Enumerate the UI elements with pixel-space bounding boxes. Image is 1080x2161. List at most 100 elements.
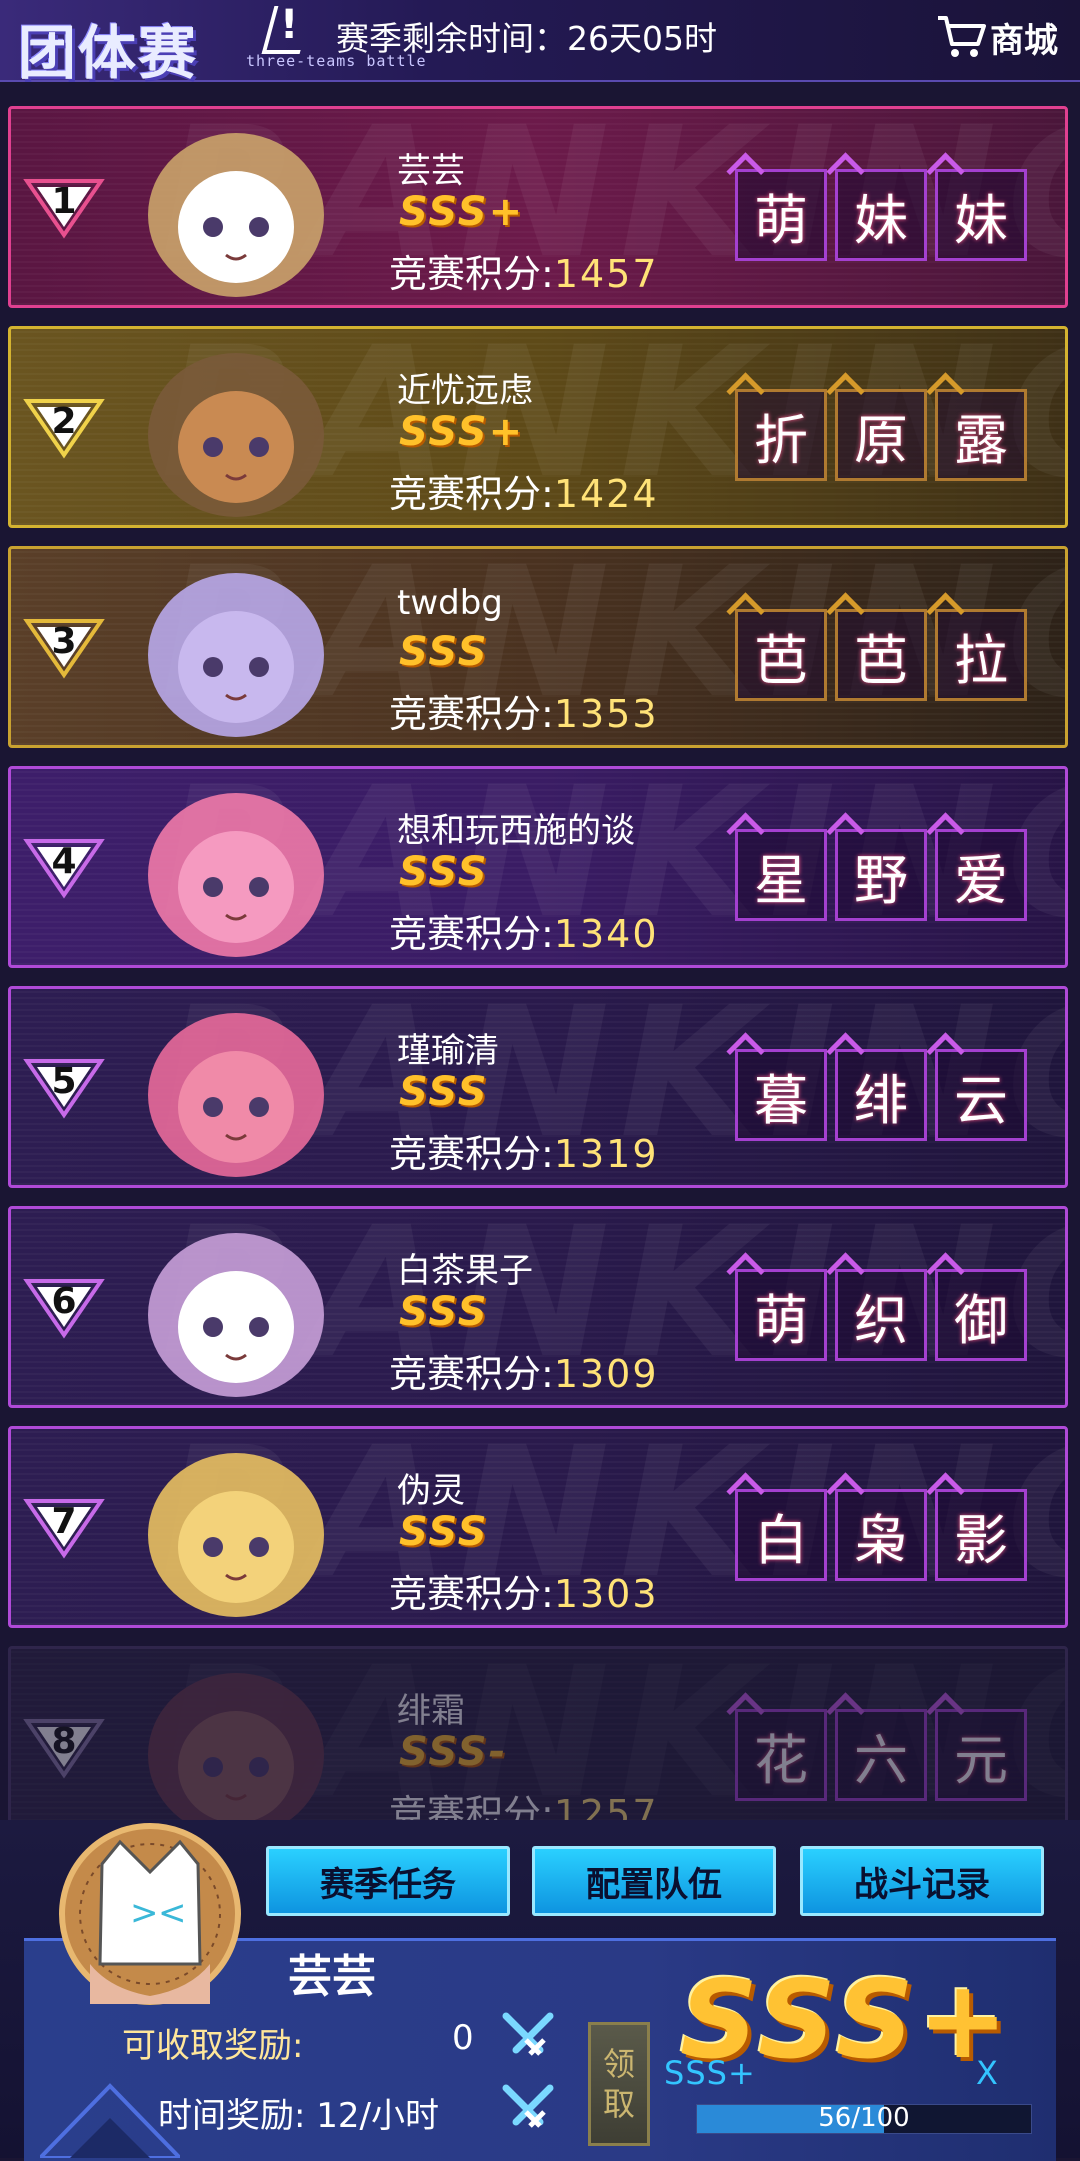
- team-member-tag[interactable]: 野: [835, 829, 927, 921]
- player-avatar[interactable]: [121, 995, 351, 1185]
- crossed-swords-icon: [502, 2084, 554, 2128]
- team-member-tag[interactable]: 白: [735, 1489, 827, 1581]
- player-grade: SSS: [399, 1289, 489, 1335]
- player-name: twdbg: [397, 583, 503, 623]
- team-members: 暮绯云: [735, 1049, 1027, 1141]
- player-score: 竞赛积分:1353: [389, 683, 659, 738]
- season-label: 赛季剩余时间：: [336, 19, 567, 58]
- team-member-tag[interactable]: 御: [935, 1269, 1027, 1361]
- season-tasks-button[interactable]: 赛季任务: [266, 1846, 510, 1916]
- rank-number: 3: [51, 621, 77, 662]
- team-member-tag[interactable]: 芭: [735, 609, 827, 701]
- player-avatar[interactable]: [121, 555, 351, 745]
- team-member-tag[interactable]: 妹: [935, 169, 1027, 261]
- ranking-row[interactable]: RANKING 4 想和玩西施的谈 SSS 竞赛积分:1340 星野爱: [8, 766, 1068, 968]
- team-members: 星野爱: [735, 829, 1027, 921]
- my-avatar[interactable]: > <: [40, 1814, 260, 2014]
- score-value: 1424: [553, 472, 659, 516]
- player-name: 绯霜: [397, 1691, 465, 1731]
- player-grade: SSS-: [399, 1729, 508, 1775]
- player-score: 竞赛积分:1424: [389, 463, 659, 518]
- player-avatar[interactable]: [121, 1215, 351, 1405]
- score-label: 竞赛积分:: [389, 1352, 554, 1396]
- top-header: 团体赛 ! three-teams battle 赛季剩余时间：26天05时 商…: [0, 0, 1080, 87]
- configure-team-button[interactable]: 配置队伍: [532, 1846, 776, 1916]
- rank-badge: 6: [23, 1277, 105, 1339]
- player-name: 瑾瑜清: [397, 1031, 499, 1071]
- player-name: 想和玩西施的谈: [397, 811, 635, 851]
- team-member-tag[interactable]: 原: [835, 389, 927, 481]
- grade-progress-bar: 56/100: [696, 2103, 1032, 2134]
- ranking-row[interactable]: RANKING 3 twdbg SSS 竞赛积分:1353 芭芭拉: [8, 546, 1068, 748]
- score-label: 竞赛积分:: [389, 1572, 554, 1616]
- player-avatar[interactable]: [121, 115, 351, 305]
- team-member-tag[interactable]: 绯: [835, 1049, 927, 1141]
- team-member-tag[interactable]: 暮: [735, 1049, 827, 1141]
- reward-label: 可收取奖励:: [122, 2026, 304, 2066]
- score-label: 竞赛积分:: [389, 252, 554, 296]
- team-member-tag[interactable]: 萌: [735, 1269, 827, 1361]
- ranking-row[interactable]: RANKING 2 近忧远虑 SSS+ 竞赛积分:1424 折原露: [8, 326, 1068, 528]
- team-member-tag[interactable]: 折: [735, 389, 827, 481]
- player-avatar[interactable]: [121, 1435, 351, 1625]
- player-name: 芸芸: [397, 151, 465, 191]
- player-grade: SSS: [399, 849, 489, 895]
- ranking-row[interactable]: RANKING 5 瑾瑜清 SSS 竞赛积分:1319 暮绯云: [8, 986, 1068, 1188]
- my-grade-small: SSS+: [664, 2054, 756, 2092]
- ranking-row[interactable]: RANKING 7 伪灵 SSS 竞赛积分:1303 白枭影: [8, 1426, 1068, 1628]
- team-member-tag[interactable]: 妹: [835, 169, 927, 261]
- player-score: 竞赛积分:1309: [389, 1343, 659, 1398]
- team-member-tag[interactable]: 露: [935, 389, 1027, 481]
- team-member-tag[interactable]: 影: [935, 1489, 1027, 1581]
- player-name: 近忧远虑: [397, 371, 533, 411]
- score-label: 竞赛积分:: [389, 692, 554, 736]
- rank-badge: 8: [23, 1717, 105, 1779]
- time-reward: 时间奖励: 12/小时: [158, 2096, 439, 2136]
- rank-badge: 2: [23, 397, 105, 459]
- team-member-tag[interactable]: 枭: [835, 1489, 927, 1581]
- rank-number: 5: [51, 1061, 77, 1102]
- shop-button[interactable]: 商城: [936, 12, 1058, 62]
- team-members: 折原露: [735, 389, 1027, 481]
- team-members: 芭芭拉: [735, 609, 1027, 701]
- my-name: 芸芸: [288, 1951, 376, 2002]
- team-member-tag[interactable]: 云: [935, 1049, 1027, 1141]
- score-value: 1309: [553, 1352, 659, 1396]
- reward-value: 0: [452, 2018, 474, 2058]
- score-value: 1303: [553, 1572, 659, 1616]
- rank-number: 8: [51, 1721, 77, 1762]
- score-value: 1353: [553, 692, 659, 736]
- battle-record-button[interactable]: 战斗记录: [800, 1846, 1044, 1916]
- team-member-tag[interactable]: 拉: [935, 609, 1027, 701]
- player-grade: SSS: [399, 1509, 489, 1555]
- team-member-tag[interactable]: 爱: [935, 829, 1027, 921]
- claim-button[interactable]: 领取: [588, 2022, 650, 2146]
- team-member-tag[interactable]: 六: [835, 1709, 927, 1801]
- player-score: 竞赛积分:1340: [389, 903, 659, 958]
- team-member-tag[interactable]: 元: [935, 1709, 1027, 1801]
- rank-badge: 3: [23, 617, 105, 679]
- cart-icon: [936, 14, 986, 60]
- player-name: 白茶果子: [397, 1251, 533, 1291]
- score-value: 1319: [553, 1132, 659, 1176]
- rank-badge: 1: [23, 177, 105, 239]
- team-member-tag[interactable]: 织: [835, 1269, 927, 1361]
- team-member-tag[interactable]: 芭: [835, 609, 927, 701]
- rank-number: 6: [51, 1281, 77, 1322]
- player-avatar[interactable]: [121, 335, 351, 525]
- team-member-tag[interactable]: 萌: [735, 169, 827, 261]
- team-members: 萌织御: [735, 1269, 1027, 1361]
- player-grade: SSS: [399, 629, 489, 675]
- team-member-tag[interactable]: 花: [735, 1709, 827, 1801]
- rank-number: 7: [51, 1501, 77, 1542]
- ranking-row[interactable]: RANKING 6 白茶果子 SSS 竞赛积分:1309 萌织御: [8, 1206, 1068, 1408]
- season-value: 26天05时: [567, 19, 717, 58]
- player-avatar[interactable]: [121, 775, 351, 965]
- score-label: 竞赛积分:: [389, 472, 554, 516]
- team-members: 萌妹妹: [735, 169, 1027, 261]
- team-members: 白枭影: [735, 1489, 1027, 1581]
- corner-decoration: [40, 2083, 180, 2158]
- ranking-row[interactable]: RANKING 1 芸芸 SSS+ 竞赛积分:1457 萌妹妹: [8, 106, 1068, 308]
- team-member-tag[interactable]: 星: [735, 829, 827, 921]
- rank-badge: 4: [23, 837, 105, 899]
